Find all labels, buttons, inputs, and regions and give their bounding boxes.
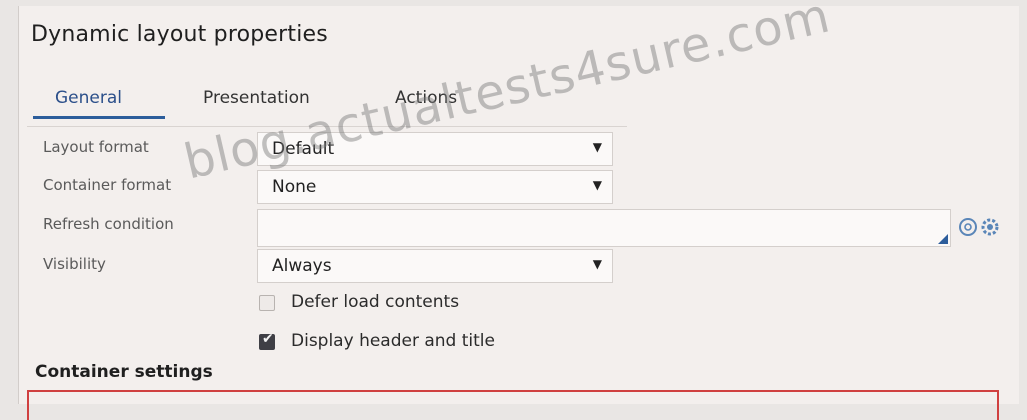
visibility-select[interactable]: Always ▼ — [257, 249, 613, 283]
container-settings-box — [27, 390, 999, 420]
tab-presentation[interactable]: Presentation — [203, 88, 310, 108]
active-tab-indicator — [33, 116, 165, 119]
refresh-condition-label: Refresh condition — [43, 215, 174, 233]
panel-title: Dynamic layout properties — [31, 22, 328, 47]
visibility-label: Visibility — [43, 255, 106, 273]
dropdown-caret-icon: ▼ — [592, 140, 602, 154]
defer-load-label: Defer load contents — [291, 292, 460, 312]
display-header-label: Display header and title — [291, 331, 495, 351]
dropdown-caret-icon: ▼ — [592, 178, 602, 192]
properties-panel: Dynamic layout properties General Presen… — [18, 0, 1019, 420]
container-settings-heading: Container settings — [35, 362, 213, 382]
dropdown-caret-icon: ▼ — [592, 257, 602, 271]
container-format-label: Container format — [43, 176, 172, 194]
refresh-condition-field[interactable] — [257, 209, 951, 247]
container-format-select[interactable]: None ▼ — [257, 170, 613, 204]
layout-format-label: Layout format — [43, 138, 149, 156]
resize-handle-icon[interactable] — [938, 234, 948, 244]
checkmark-icon: ✔ — [262, 331, 274, 347]
defer-load-checkbox[interactable] — [259, 295, 275, 311]
visibility-value: Always — [272, 256, 332, 276]
condition-builder-icon[interactable] — [958, 217, 978, 237]
display-header-checkbox[interactable]: ✔ — [259, 331, 275, 350]
gear-icon[interactable] — [980, 217, 1000, 237]
tab-general[interactable]: General — [55, 88, 122, 108]
container-format-value: None — [272, 177, 317, 197]
